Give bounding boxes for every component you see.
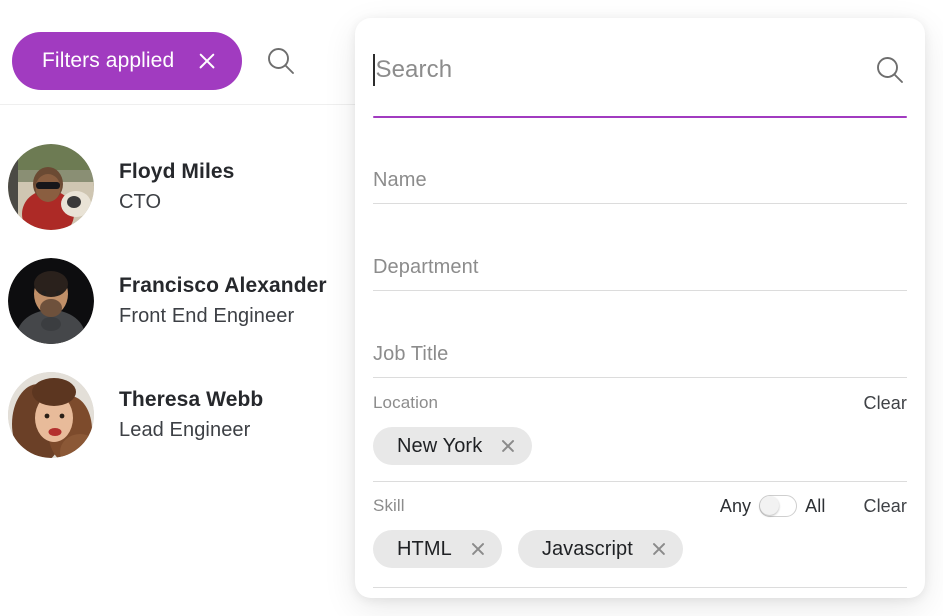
list-item[interactable]: Theresa Webb Lead Engineer bbox=[0, 358, 356, 472]
match-mode-toggle[interactable] bbox=[759, 495, 798, 517]
toggle-knob bbox=[760, 496, 780, 515]
filter-panel-content: Search Name Department Job Title Locatio… bbox=[373, 18, 907, 598]
skill-chip[interactable]: HTML bbox=[373, 530, 502, 568]
department-field[interactable]: Department bbox=[373, 243, 907, 291]
skill-label: Skill bbox=[373, 496, 405, 515]
person-name: Theresa Webb bbox=[119, 387, 264, 411]
name-field-label: Name bbox=[373, 169, 427, 191]
section-underline bbox=[373, 480, 907, 482]
name-field[interactable]: Name bbox=[373, 156, 907, 204]
skill-chip[interactable]: Javascript bbox=[517, 530, 683, 568]
match-any-label: Any bbox=[719, 495, 752, 516]
avatar bbox=[8, 258, 94, 344]
field-underline bbox=[373, 376, 907, 378]
panel-search-row[interactable]: Search bbox=[373, 40, 907, 100]
skill-header: Skill Any All Clear bbox=[373, 493, 907, 519]
filter-panel: Search Name Department Job Title Locatio… bbox=[355, 18, 925, 598]
person-role: CTO bbox=[119, 191, 162, 214]
skill-header-actions: Any All Clear bbox=[720, 495, 907, 517]
location-chip-row: New York bbox=[373, 426, 907, 466]
person-name: Francisco Alexander bbox=[119, 273, 327, 297]
person-role: Lead Engineer bbox=[119, 419, 251, 442]
search-underline bbox=[373, 115, 907, 118]
close-icon[interactable] bbox=[651, 541, 667, 557]
close-icon[interactable] bbox=[470, 541, 486, 557]
list-item[interactable]: Floyd Miles CTO bbox=[0, 130, 356, 244]
avatar bbox=[8, 144, 94, 230]
panel-search-field[interactable]: Search bbox=[373, 40, 907, 118]
search-icon[interactable] bbox=[873, 53, 907, 87]
app-root: Filters applied Floyd Miles CTO Francisc… bbox=[0, 0, 943, 616]
filters-applied-label: Filters applied bbox=[42, 49, 175, 72]
search-icon[interactable] bbox=[264, 44, 298, 78]
location-header: Location Clear bbox=[373, 390, 907, 416]
location-chip[interactable]: New York bbox=[373, 427, 533, 465]
field-underline bbox=[373, 289, 907, 291]
skill-section: Skill Any All Clear HTML Javascript bbox=[373, 493, 907, 588]
close-icon[interactable] bbox=[500, 438, 516, 454]
filter-toolbar: Filters applied bbox=[0, 28, 356, 94]
match-all-label: All bbox=[805, 495, 826, 516]
list-item[interactable]: Francisco Alexander Front End Engineer bbox=[0, 244, 356, 358]
person-info: Francisco Alexander Front End Engineer bbox=[119, 271, 327, 331]
text-caret bbox=[373, 54, 375, 86]
job-title-field-label: Job Title bbox=[373, 343, 449, 365]
match-mode-toggle-group: Any All bbox=[720, 495, 826, 517]
location-chip-label: New York bbox=[397, 434, 483, 457]
avatar bbox=[8, 372, 94, 458]
skill-clear-button[interactable]: Clear bbox=[863, 496, 907, 517]
section-underline bbox=[373, 586, 907, 588]
location-label: Location bbox=[373, 393, 439, 412]
person-name: Floyd Miles bbox=[119, 159, 235, 183]
skill-chip-row: HTML Javascript bbox=[373, 529, 907, 569]
people-column: Filters applied Floyd Miles CTO Francisc… bbox=[0, 0, 356, 616]
job-title-field[interactable]: Job Title bbox=[373, 330, 907, 378]
skill-chip-label: Javascript bbox=[541, 537, 633, 560]
department-field-label: Department bbox=[373, 256, 479, 278]
people-list: Floyd Miles CTO Francisco Alexander Fron… bbox=[0, 130, 356, 472]
close-icon[interactable] bbox=[196, 50, 218, 72]
person-role: Front End Engineer bbox=[119, 305, 295, 328]
location-clear-button[interactable]: Clear bbox=[863, 393, 907, 414]
person-info: Floyd Miles CTO bbox=[119, 157, 234, 217]
search-input[interactable]: Search bbox=[376, 56, 874, 84]
field-underline bbox=[373, 202, 907, 204]
person-info: Theresa Webb Lead Engineer bbox=[119, 385, 263, 445]
filters-applied-pill[interactable]: Filters applied bbox=[12, 32, 243, 90]
toolbar-divider bbox=[0, 104, 356, 105]
location-header-actions: Clear bbox=[863, 393, 907, 414]
location-section: Location Clear New York bbox=[373, 390, 907, 482]
skill-chip-label: HTML bbox=[397, 537, 452, 560]
